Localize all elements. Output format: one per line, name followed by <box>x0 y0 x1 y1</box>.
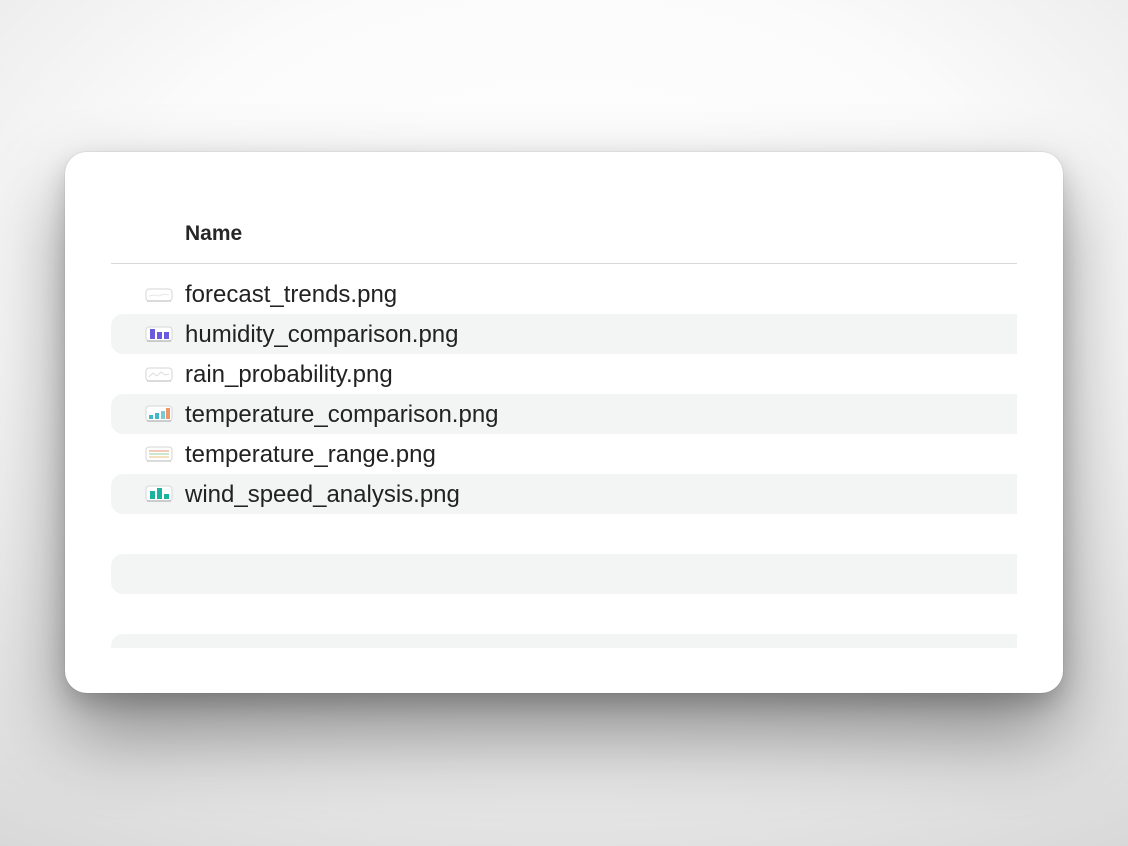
file-row[interactable]: forecast_trends.png <box>111 274 1017 314</box>
teal-orange-bar-chart-thumbnail-icon <box>145 405 173 422</box>
file-list: Name forecast_trends.png humidity_compar… <box>111 152 1017 648</box>
empty-row <box>111 554 1017 594</box>
line-chart-thumbnail-icon <box>145 367 173 382</box>
file-rows: forecast_trends.png humidity_comparison.… <box>111 274 1017 648</box>
range-chart-thumbnail-icon <box>145 446 173 462</box>
empty-row <box>111 594 1017 634</box>
file-row[interactable]: temperature_range.png <box>111 434 1017 474</box>
file-name: temperature_range.png <box>185 441 436 468</box>
file-row[interactable]: rain_probability.png <box>111 354 1017 394</box>
empty-row <box>111 634 1017 648</box>
file-name: rain_probability.png <box>185 361 393 388</box>
column-header-row: Name <box>111 210 1017 264</box>
purple-bar-chart-thumbnail-icon <box>145 326 173 342</box>
teal-bar-chart-thumbnail-icon <box>145 485 173 502</box>
empty-row <box>111 514 1017 554</box>
name-column-header[interactable]: Name <box>185 222 242 246</box>
file-name: wind_speed_analysis.png <box>185 481 460 508</box>
file-name: forecast_trends.png <box>185 281 398 308</box>
file-row[interactable]: humidity_comparison.png <box>111 314 1017 354</box>
file-row[interactable]: wind_speed_analysis.png <box>111 474 1017 514</box>
file-name: temperature_comparison.png <box>185 401 499 428</box>
file-name: humidity_comparison.png <box>185 321 459 348</box>
line-chart-thumbnail-icon <box>145 288 173 302</box>
finder-window: Name forecast_trends.png humidity_compar… <box>65 152 1063 693</box>
file-row[interactable]: temperature_comparison.png <box>111 394 1017 434</box>
